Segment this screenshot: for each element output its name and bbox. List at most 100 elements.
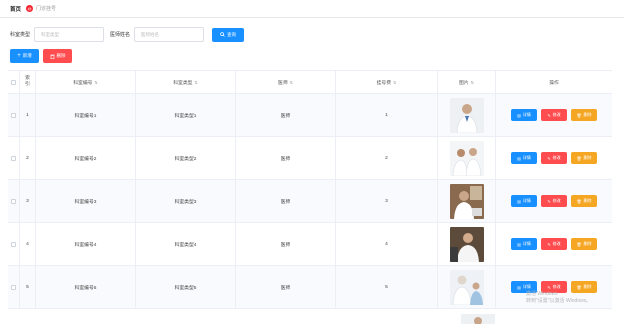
doctor-photo[interactable] [449,269,484,305]
row-dept-no: 科室编号5 [36,266,136,308]
row-checkbox[interactable] [11,198,16,204]
header-dept-no[interactable]: 科室编号 ⇅ [36,71,136,93]
select-all-checkbox[interactable] [11,79,16,85]
row-index: 2 [20,137,36,179]
table-row: 5 科室编号5 科室类型5 医师 5 ▤ 详情 ✎ 修改 🗑 删除 [8,266,612,309]
row-index: 4 [20,223,36,265]
row-ops: ▤ 详情 ✎ 修改 🗑 删除 [496,137,612,179]
edit-button-label: 修改 [552,241,561,246]
row-number: 1 [336,94,438,136]
doctor-name-input[interactable] [134,27,205,42]
row-doctor: 医师 [236,94,336,136]
table-header: 索引 科室编号 ⇅ 科室类型 ⇅ 医师 ⇅ 挂号费 ⇅ 图片 ⇅ 操作 [8,70,612,94]
trash-icon [50,54,54,59]
row-doctor: 医师 [236,223,336,265]
detail-icon: ▤ [517,112,521,118]
windows-activation-watermark: 激活 Windows 转到"设置"以激活 Windows。 [526,291,591,305]
row-photo-cell [438,137,496,179]
detail-button[interactable]: ▤ 详情 [511,152,537,164]
search-icon [220,32,225,37]
batch-delete-button[interactable]: 删除 [43,49,72,63]
trash-icon: 🗑 [576,155,582,161]
detail-button[interactable]: ▤ 详情 [511,238,537,250]
detail-icon: ▤ [517,284,521,290]
watermark-line1: 激活 Windows [526,291,558,297]
dept-type-input[interactable] [34,27,105,42]
doctor-photo-partial [461,314,495,324]
row-dept-no: 科室编号2 [36,137,136,179]
header-doctor[interactable]: 医师 ⇅ [236,71,336,93]
row-dept-type: 科室类型4 [136,223,236,265]
delete-button[interactable]: 🗑 删除 [571,152,597,164]
header-photo-label: 图片 [459,80,469,86]
detail-button[interactable]: ▤ 详情 [511,195,537,207]
header-number-label: 挂号费 [376,80,392,86]
edit-button-label: 修改 [552,198,561,203]
trash-icon: 🗑 [576,284,582,290]
add-button[interactable]: + 新增 [10,49,39,63]
doctor-photo[interactable] [449,97,484,133]
row-checkbox[interactable] [11,284,16,290]
row-photo-cell [438,180,496,222]
detail-icon: ▤ [517,241,521,247]
row-doctor: 医师 [236,137,336,179]
search-button[interactable]: 查询 [212,27,245,42]
action-bar: + 新增 删除 [10,49,72,63]
row-doctor: 医师 [236,180,336,222]
row-checkbox[interactable] [11,112,16,118]
detail-icon: ▤ [517,198,521,204]
table-row: 1 科室编号1 科室类型1 医师 1 ▤ 详情 ✎ 修改 🗑 删除 [8,94,612,137]
breadcrumb-home[interactable]: 首页 [10,5,21,13]
breadcrumb-bar: 首页 @ 门诊挂号 [0,0,624,18]
edit-icon: ✎ [547,241,551,247]
delete-button-label: 删除 [583,155,592,160]
detail-button-label: 详情 [522,284,531,289]
header-index: 索引 [20,71,36,93]
header-number[interactable]: 挂号费 ⇅ [336,71,438,93]
edit-icon: ✎ [547,198,551,204]
row-photo-cell [438,266,496,308]
detail-button-label: 详情 [522,241,531,246]
delete-button-label: 删除 [583,198,592,203]
edit-button-label: 修改 [552,155,561,160]
trash-icon: 🗑 [576,241,582,247]
header-dept-type[interactable]: 科室类型 ⇅ [136,71,236,93]
detail-button[interactable]: ▤ 详情 [511,109,537,121]
trash-icon: 🗑 [576,198,582,204]
batch-delete-label: 删除 [56,53,66,58]
edit-button[interactable]: ✎ 修改 [541,195,567,207]
row-index: 3 [20,180,36,222]
header-ops-label: 操作 [549,80,559,86]
edit-button[interactable]: ✎ 修改 [541,152,567,164]
row-ops: ▤ 详情 ✎ 修改 🗑 删除 [496,180,612,222]
row-number: 4 [336,223,438,265]
edit-button[interactable]: ✎ 修改 [541,109,567,121]
detail-button-label: 详情 [522,155,531,160]
header-doctor-label: 医师 [278,80,288,86]
row-checkbox[interactable] [11,241,16,247]
search-button-label: 查询 [227,31,237,37]
row-dept-type: 科室类型2 [136,137,236,179]
row-checkbox-cell [8,266,20,308]
row-number: 3 [336,180,438,222]
row-dept-type: 科室类型1 [136,94,236,136]
breadcrumb-badge-icon: @ [26,5,34,12]
watermark-line2: 转到"设置"以激活 Windows。 [526,298,592,304]
doctor-photo[interactable] [449,183,484,219]
row-dept-no: 科室编号1 [36,94,136,136]
row-checkbox-cell [8,137,20,179]
delete-button[interactable]: 🗑 删除 [571,238,597,250]
edit-button[interactable]: ✎ 修改 [541,238,567,250]
row-checkbox[interactable] [11,155,16,161]
table-row: 2 科室编号2 科室类型2 医师 2 ▤ 详情 ✎ 修改 🗑 删除 [8,137,612,180]
delete-button[interactable]: 🗑 删除 [571,109,597,121]
sort-icon: ⇅ [470,79,474,85]
add-button-label: 新增 [22,53,32,58]
delete-button[interactable]: 🗑 删除 [571,195,597,207]
edit-button-label: 修改 [552,284,561,289]
header-ops: 操作 [496,71,612,93]
header-photo[interactable]: 图片 ⇅ [438,71,496,93]
doctor-photo[interactable] [449,226,484,262]
breadcrumb-current: 门诊挂号 [36,6,57,12]
doctor-photo[interactable] [449,140,484,176]
